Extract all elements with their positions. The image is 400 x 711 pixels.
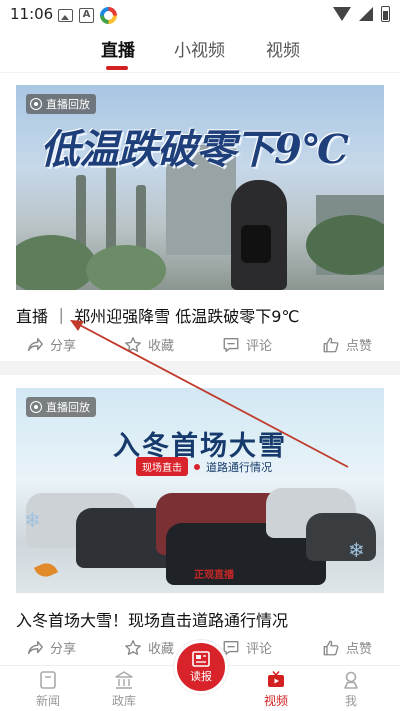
star-icon: [125, 639, 141, 655]
replay-dot-icon: [30, 98, 42, 110]
status-time: 11:06: [10, 5, 54, 23]
comment-icon: [223, 337, 239, 352]
tab-video[interactable]: 视频: [266, 36, 300, 61]
nav-item-video[interactable]: 视频: [251, 670, 301, 709]
snowy-street-image: 低温跌破零下9℃: [16, 85, 384, 290]
cell-signal-icon: [359, 7, 373, 21]
replay-dot-icon: [30, 401, 42, 413]
share-icon: [27, 337, 43, 351]
status-bar: 11:06 A: [0, 0, 400, 30]
nav-item-me[interactable]: 我: [326, 670, 376, 709]
video-card[interactable]: 低温跌破零下9℃ 直播回放 直播 ｜ 郑州迎强降雪 低温跌破零下9℃ 分享 收藏…: [0, 73, 400, 361]
app-notification-icon: [100, 7, 117, 24]
status-system-icons: [333, 6, 390, 22]
active-tab-indicator: [106, 66, 128, 70]
favorite-button[interactable]: 收藏: [124, 638, 174, 657]
tab-short-video[interactable]: 小视频: [174, 36, 225, 61]
top-tab-bar: 直播 小视频 视频: [0, 30, 400, 72]
nav-item-government[interactable]: 政库: [99, 670, 149, 709]
share-button[interactable]: 分享: [26, 335, 76, 354]
battery-icon: [381, 6, 390, 22]
snowflake-icon: ❄: [348, 538, 365, 562]
card-title[interactable]: 入冬首场大雪！现场直击道路通行情况: [16, 607, 288, 631]
thumbnail-subtitle-row: 现场直击 道路通行情况: [136, 457, 272, 476]
share-icon: [27, 640, 43, 654]
video-card[interactable]: 入冬首场大雪 现场直击 道路通行情况 ❄ ❄ 正观直播 直播回放 入冬首场大雪！…: [0, 375, 400, 665]
watermark-logo: 正观直播: [194, 570, 234, 581]
like-button[interactable]: 点赞: [322, 335, 372, 354]
thumbs-up-icon: [323, 337, 339, 352]
replay-badge: 直播回放: [26, 397, 96, 417]
thumbs-up-icon: [323, 640, 339, 655]
government-building-icon: [115, 671, 133, 689]
favorite-button[interactable]: 收藏: [124, 335, 174, 354]
comment-button[interactable]: 评论: [222, 335, 272, 354]
replay-badge: 直播回放: [26, 94, 96, 114]
thumbnail-headline: 低温跌破零下9℃: [40, 126, 349, 173]
tab-live[interactable]: 直播: [101, 36, 135, 61]
card-action-bar: 分享 收藏 评论 点赞: [0, 335, 400, 359]
snowflake-icon: ❄: [24, 508, 41, 532]
newspaper-icon: [192, 651, 210, 667]
autumn-leaf-icon: [33, 559, 59, 581]
nav-item-news[interactable]: 新闻: [23, 670, 73, 709]
share-button[interactable]: 分享: [26, 638, 76, 657]
read-newspaper-button[interactable]: 读报: [174, 640, 228, 694]
news-icon: [40, 671, 56, 689]
star-icon: [125, 336, 141, 352]
snowy-cars-image: 入冬首场大雪 现场直击 道路通行情况 ❄ ❄ 正观直播: [16, 388, 384, 593]
wifi-icon: [333, 7, 351, 21]
a-notification-icon: A: [79, 8, 94, 23]
tv-video-icon: [268, 671, 284, 687]
like-button[interactable]: 点赞: [322, 638, 372, 657]
status-notification-icons: A: [58, 7, 117, 24]
video-thumbnail[interactable]: 入冬首场大雪 现场直击 道路通行情况 ❄ ❄ 正观直播 直播回放: [16, 388, 384, 593]
comment-button[interactable]: 评论: [222, 638, 272, 657]
person-icon: [344, 671, 358, 689]
gallery-notification-icon: [58, 9, 73, 22]
card-title[interactable]: 直播 ｜ 郑州迎强降雪 低温跌破零下9℃: [16, 303, 299, 327]
video-thumbnail[interactable]: 低温跌破零下9℃ 直播回放: [16, 85, 384, 290]
